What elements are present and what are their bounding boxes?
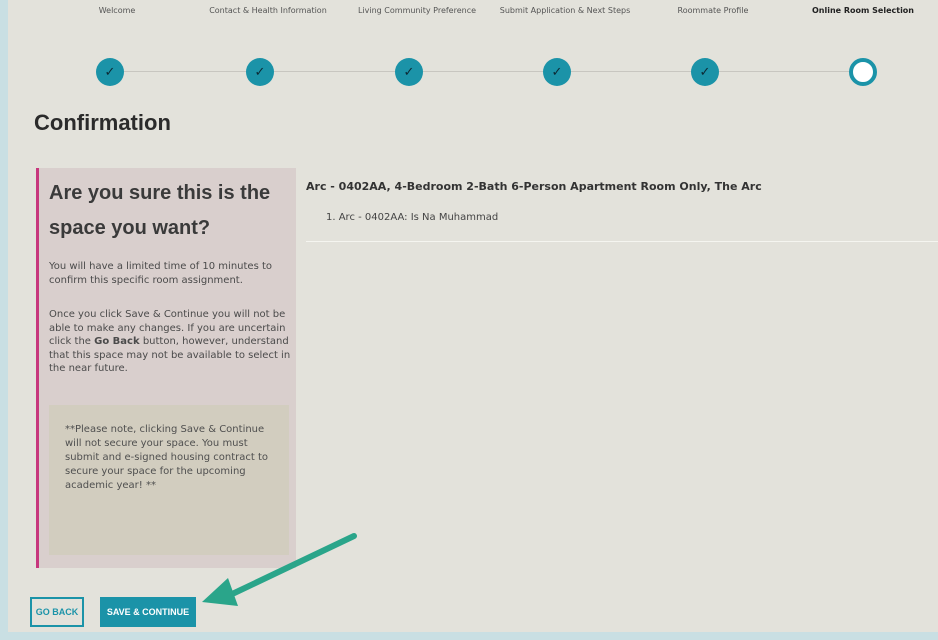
progress-steps: Welcome Contact & Health Information Liv… (8, 0, 938, 100)
step-dot-roommate-profile[interactable]: ✓ (691, 58, 719, 86)
save-warning-text: Once you click Save & Continue you will … (49, 308, 294, 376)
panel-heading: Are you sure this is the space you want? (49, 182, 271, 239)
selection-divider (306, 241, 938, 242)
check-icon: ✓ (254, 64, 266, 80)
go-back-button[interactable]: Go Back (30, 597, 84, 627)
save-and-continue-button[interactable]: Save & Continue (100, 597, 196, 627)
step-label-roommate-profile: Roommate Profile (677, 6, 749, 15)
check-icon: ✓ (699, 64, 711, 80)
contract-notice-text: **Please note, clicking Save & Continue … (65, 424, 269, 491)
progress-track (118, 71, 870, 72)
step-dot-submit-application[interactable]: ✓ (543, 58, 571, 86)
step-dot-room-selection (849, 58, 877, 86)
step-label-submit-application: Submit Application & Next Steps (499, 6, 631, 15)
check-icon: ✓ (104, 64, 116, 80)
check-icon: ✓ (551, 64, 563, 80)
step-dot-living-community[interactable]: ✓ (395, 58, 423, 86)
selected-space-title: Arc - 0402AA, 4-Bedroom 2-Bath 6-Person … (306, 180, 762, 193)
warning-panel: Are you sure this is the space you want?… (36, 168, 296, 568)
page: Welcome Contact & Health Information Liv… (8, 0, 938, 632)
step-label-welcome: Welcome (98, 6, 136, 15)
step-dot-welcome[interactable]: ✓ (96, 58, 124, 86)
time-limit-text: You will have a limited time of 10 minut… (49, 261, 272, 286)
annotation-arrow-icon (202, 533, 357, 606)
step-label-room-selection: Online Room Selection (811, 6, 914, 15)
step-dot-contact[interactable]: ✓ (246, 58, 274, 86)
page-title: Confirmation (34, 110, 171, 135)
step-label-living-community: Living Community Preference (357, 6, 477, 15)
check-icon: ✓ (403, 64, 415, 80)
step-label-contact: Contact & Health Information (209, 6, 327, 15)
selected-space-occupant: 1. Arc - 0402AA: Is Na Muhammad (326, 212, 499, 223)
go-back-emphasis: Go Back (94, 336, 140, 347)
